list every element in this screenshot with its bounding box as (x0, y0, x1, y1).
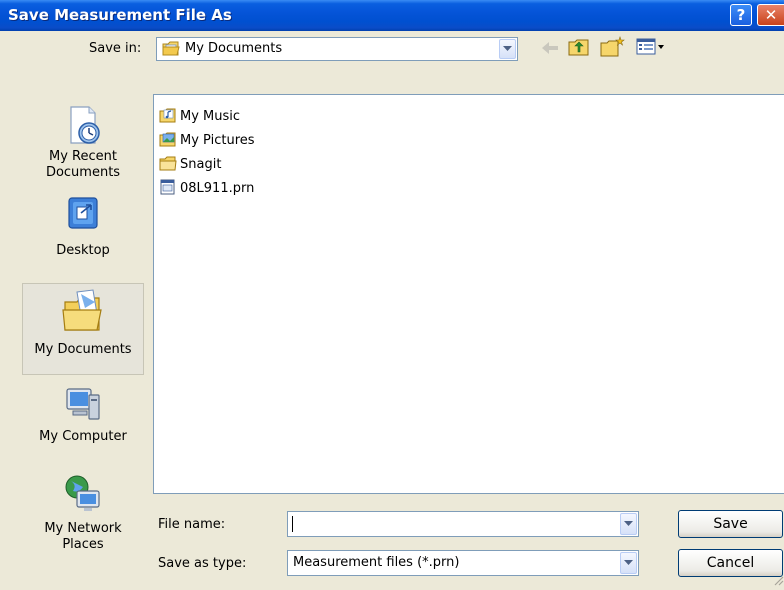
cancel-button[interactable]: Cancel (678, 549, 783, 577)
list-item[interactable]: My Pictures (159, 131, 255, 150)
text-caret (292, 516, 293, 532)
file-name-label: File name: (158, 517, 226, 532)
place-my-recent-documents[interactable]: My Recent Documents (22, 103, 144, 193)
desktop-icon (63, 195, 103, 235)
network-icon (63, 473, 103, 513)
file-name-field[interactable] (287, 511, 639, 537)
new-folder-icon[interactable] (600, 36, 626, 61)
close-button[interactable]: ✕ (757, 4, 784, 26)
file-name: My Pictures (180, 133, 255, 148)
close-icon: ✕ (764, 6, 778, 24)
chevron-down-icon[interactable] (620, 513, 637, 535)
file-name: Snagit (180, 157, 222, 172)
save-as-type-label: Save as type: (158, 556, 247, 571)
my-documents-folder-icon (162, 40, 180, 61)
file-name: 08L911.prn (180, 181, 255, 196)
list-item[interactable]: 08L911.prn (159, 179, 254, 198)
place-label: My Documents (34, 342, 132, 357)
place-desktop[interactable]: Desktop (22, 195, 144, 267)
save-in-dropdown[interactable]: My Documents (156, 37, 518, 61)
help-icon: ? (736, 6, 746, 24)
place-my-documents[interactable]: My Documents (22, 283, 144, 375)
place-label: Desktop (56, 243, 110, 258)
save-in-label: Save in: (89, 41, 142, 56)
places-bar: My Recent Documents Desktop My Documents… (22, 95, 144, 583)
place-my-computer[interactable]: My Computer (22, 387, 144, 447)
music-folder-icon (159, 107, 180, 127)
list-item[interactable]: My Music (159, 107, 240, 126)
folder-icon (159, 155, 180, 175)
list-item[interactable]: Snagit (159, 155, 221, 174)
file-name: My Music (180, 109, 241, 124)
back-arrow-icon[interactable] (540, 40, 560, 60)
chevron-down-icon[interactable] (620, 552, 637, 574)
resize-grip-icon[interactable] (772, 574, 784, 590)
place-my-network-places[interactable]: My Network Places (22, 473, 144, 553)
my-documents-icon (61, 288, 105, 336)
save-as-type-value: Measurement files (*.prn) (293, 555, 460, 570)
save-button[interactable]: Save (678, 510, 783, 538)
place-label: My Computer (39, 429, 127, 444)
help-button[interactable]: ? (730, 4, 752, 26)
recent-documents-icon (63, 103, 103, 147)
place-label: My Recent Documents (45, 149, 121, 180)
save-dialog: Save Measurement File As ? ✕ Save in: My… (0, 0, 784, 590)
save-as-type-dropdown[interactable]: Measurement files (*.prn) (287, 550, 639, 576)
up-folder-icon[interactable] (568, 38, 590, 61)
title-bar: Save Measurement File As ? ✕ (0, 0, 784, 31)
computer-icon (63, 387, 103, 423)
dialog-title: Save Measurement File As (8, 6, 232, 24)
save-in-value: My Documents (185, 41, 283, 56)
view-menu-icon[interactable] (636, 38, 666, 60)
place-label: My Network Places (44, 521, 122, 552)
pictures-folder-icon (159, 131, 180, 151)
chevron-down-icon[interactable] (499, 39, 516, 59)
prn-file-icon (159, 179, 180, 199)
file-list[interactable]: My Music My Pictures Snagit 08L911.prn (153, 94, 784, 494)
